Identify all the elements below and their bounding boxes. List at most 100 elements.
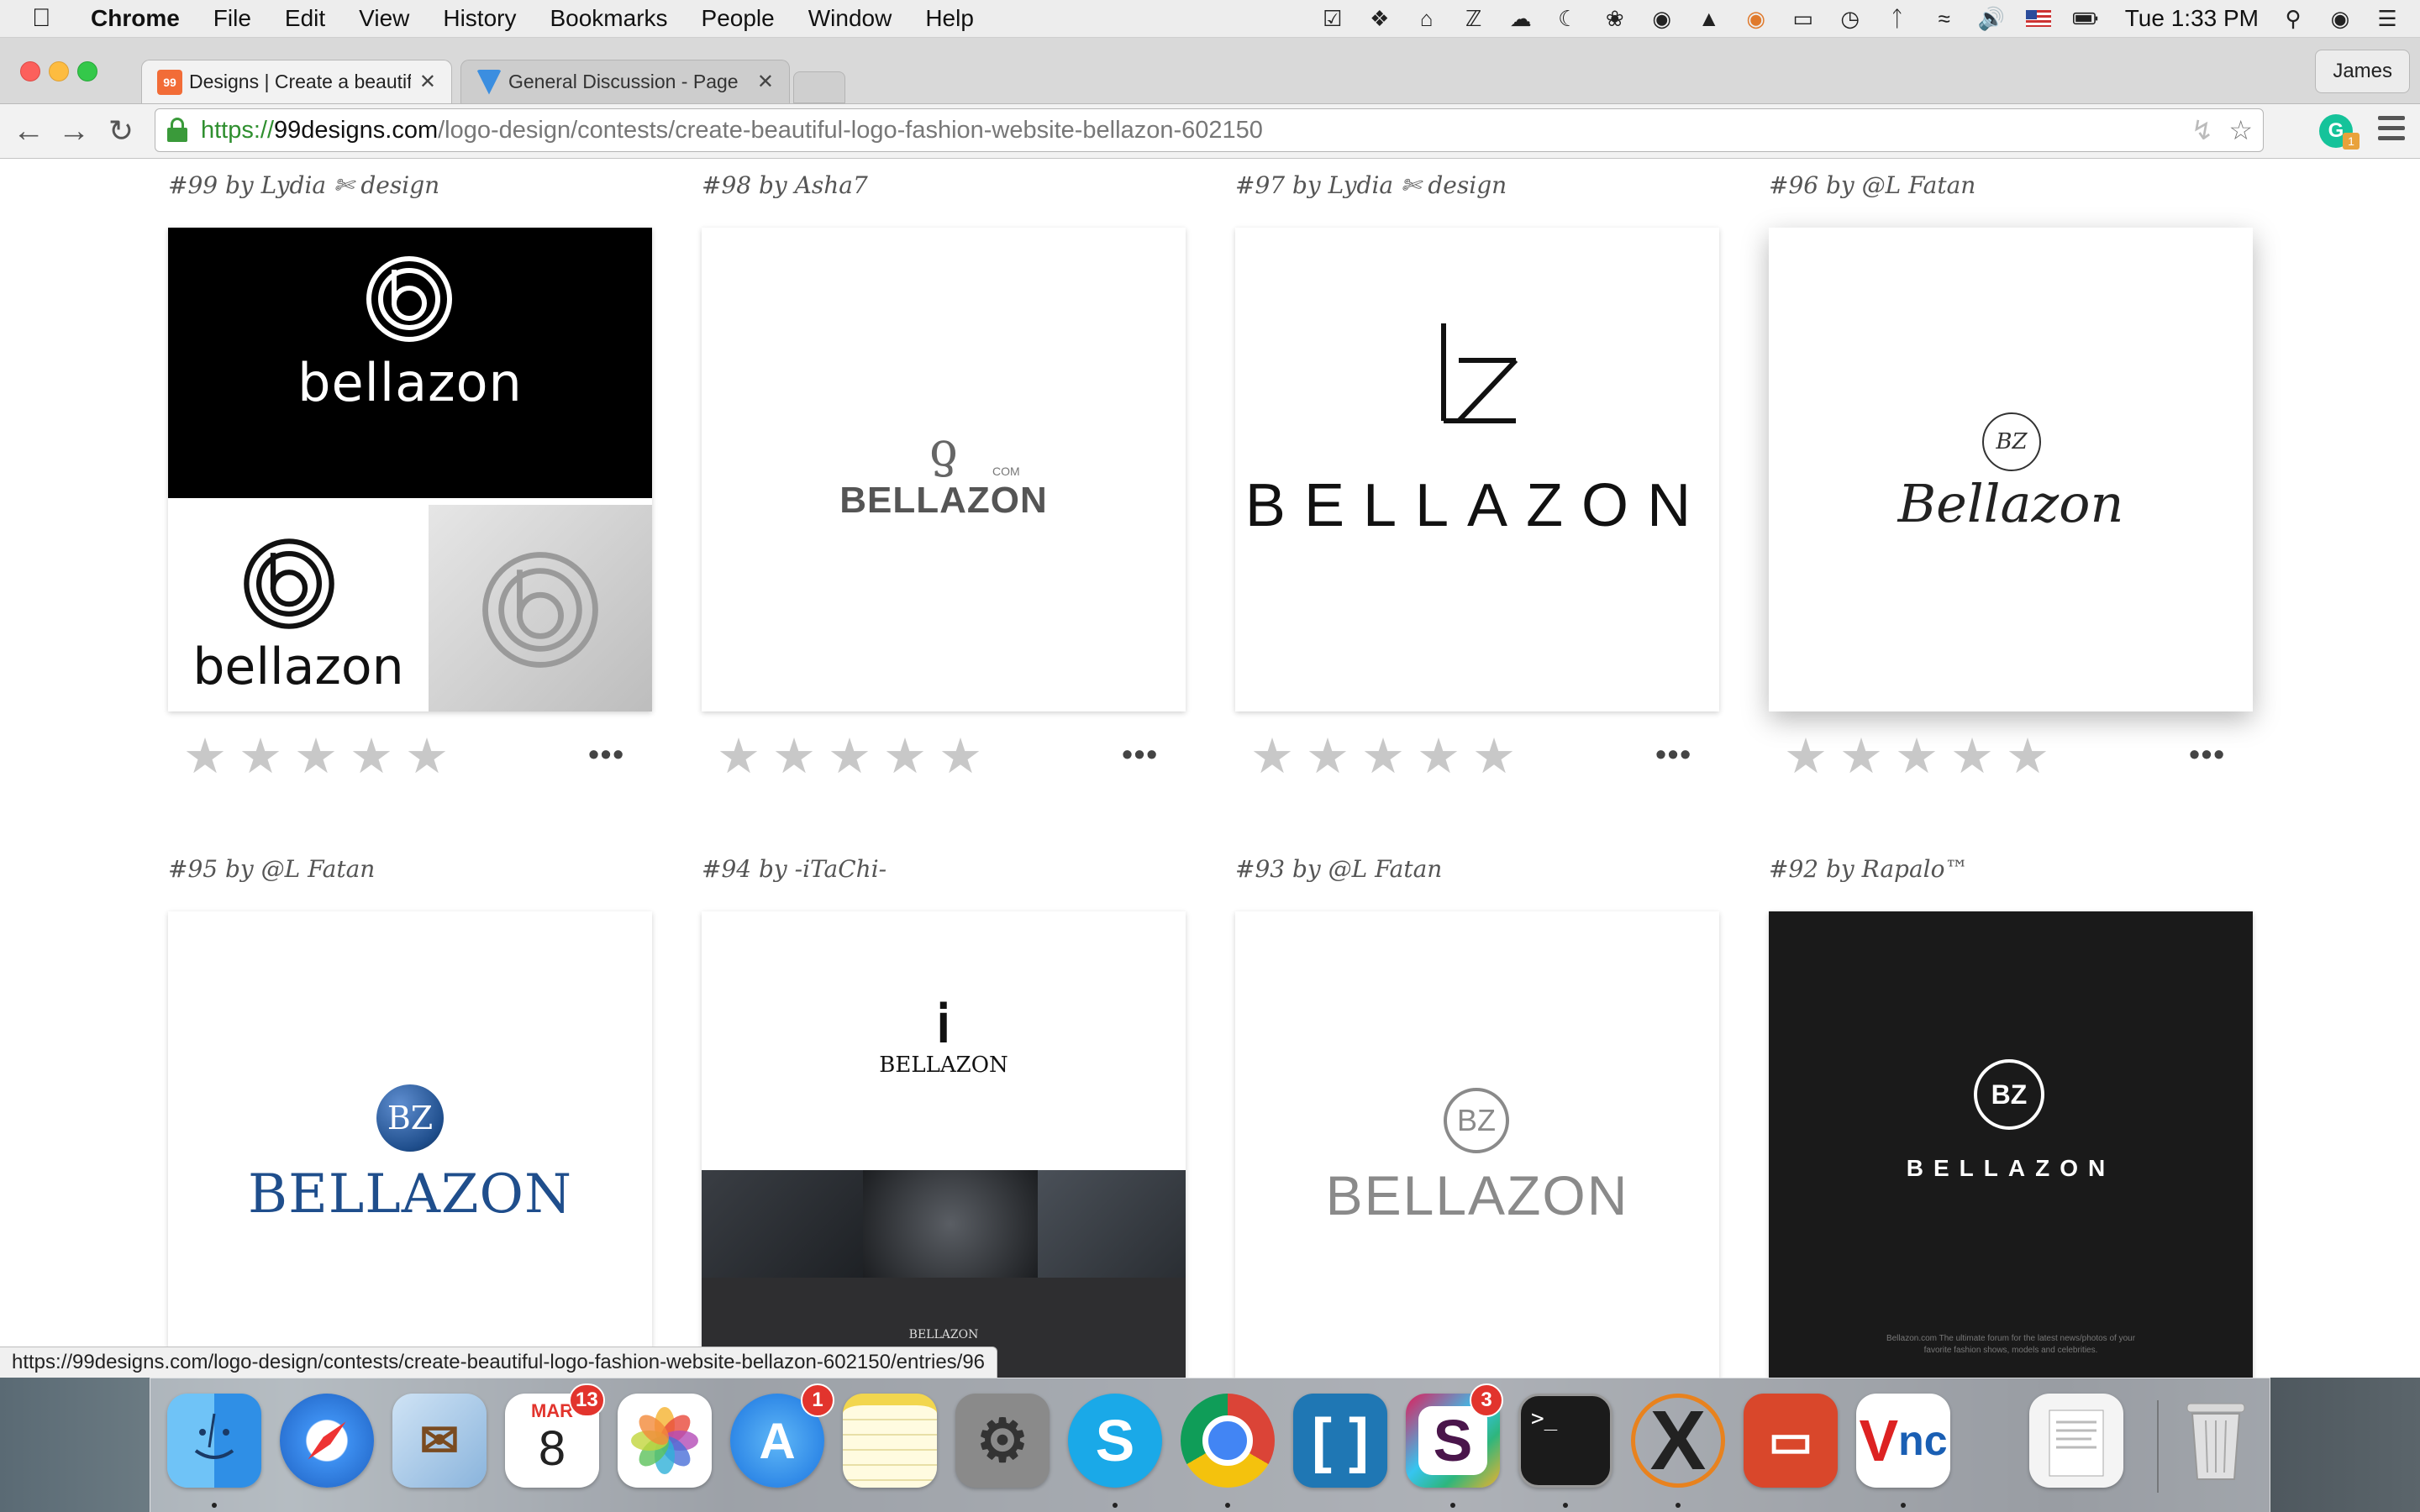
more-options-icon[interactable]: •••	[1122, 737, 1159, 772]
menu-people[interactable]: People	[702, 5, 775, 32]
star-icon[interactable]: ★	[1472, 732, 1516, 782]
entry-label[interactable]: #92 by Rapalo™	[1769, 853, 2253, 886]
backup-icon[interactable]: ☁	[1508, 6, 1534, 31]
star-icon[interactable]: ★	[1250, 732, 1294, 782]
star-icon[interactable]: ★	[1839, 732, 1883, 782]
tab-close-icon[interactable]: ✕	[757, 70, 774, 94]
tab-close-icon[interactable]: ✕	[419, 70, 436, 94]
finder-icon[interactable]	[167, 1394, 261, 1488]
star-rating[interactable]: ★ ★ ★ ★ ★	[183, 732, 449, 782]
airplay-icon[interactable]: ▭	[1791, 6, 1816, 31]
entry-label[interactable]: #99 by Lydia ✄ design	[168, 169, 652, 202]
menu-bookmarks[interactable]: Bookmarks	[550, 5, 667, 32]
entry-thumbnail[interactable]: BZ Bellazon	[1769, 228, 2253, 711]
window-zoom-button[interactable]	[77, 61, 97, 81]
star-icon[interactable]: ★	[2006, 732, 2049, 782]
sleep-icon[interactable]: ℤ	[1461, 6, 1486, 31]
menu-window[interactable]: Window	[808, 5, 892, 32]
more-options-icon[interactable]: •••	[588, 737, 625, 772]
address-bar[interactable]: https://99designs.com/logo-design/contes…	[155, 108, 2264, 152]
star-icon[interactable]: ★	[183, 732, 227, 782]
tab-general-discussion[interactable]: General Discussion - Page ✕	[460, 60, 790, 103]
star-icon[interactable]: ★	[1784, 732, 1828, 782]
star-icon[interactable]: ★	[1361, 732, 1405, 782]
time-machine-icon[interactable]: ◷	[1838, 6, 1863, 31]
drive-icon[interactable]: ▲	[1697, 6, 1722, 31]
status-app-icon[interactable]: ◉	[1744, 6, 1769, 31]
star-rating[interactable]: ★ ★ ★ ★ ★	[1250, 732, 1516, 782]
star-icon[interactable]: ★	[828, 732, 871, 782]
recent-pdf-document-icon[interactable]	[2029, 1394, 2123, 1488]
new-tab-button[interactable]	[793, 71, 845, 103]
volume-icon[interactable]: 🔊	[1978, 6, 2005, 31]
star-icon[interactable]: ★	[1950, 732, 1994, 782]
star-icon[interactable]: ★	[883, 732, 927, 782]
entry-thumbnail[interactable]: BELLAZON	[1235, 228, 1719, 711]
star-icon[interactable]: ★	[405, 732, 449, 782]
profile-button[interactable]: James	[2315, 50, 2410, 93]
menu-file[interactable]: File	[213, 5, 251, 32]
secure-lock-icon[interactable]	[167, 118, 189, 143]
battery-icon[interactable]	[2072, 6, 2098, 31]
star-icon[interactable]: ★	[939, 732, 982, 782]
safari-icon[interactable]	[280, 1394, 374, 1488]
menu-history[interactable]: History	[443, 5, 516, 32]
entry-thumbnail[interactable]: BZ BELLAZON	[168, 911, 652, 1378]
star-icon[interactable]: ★	[1417, 732, 1460, 782]
entry-label[interactable]: #98 by Asha7	[702, 169, 1186, 202]
night-mode-icon[interactable]: ☾	[1555, 6, 1581, 31]
entry-thumbnail[interactable]: bellazon bellazon	[168, 228, 652, 711]
star-icon[interactable]: ★	[1306, 732, 1349, 782]
menu-view[interactable]: View	[359, 5, 409, 32]
circle-app-icon[interactable]: ◉	[1649, 6, 1675, 31]
entry-thumbnail[interactable]: BZ BELLAZON	[1235, 911, 1719, 1378]
home-icon[interactable]: ⌂	[1414, 6, 1439, 31]
menu-edit[interactable]: Edit	[285, 5, 325, 32]
notification-center-icon[interactable]: ☰	[2375, 6, 2400, 31]
reload-icon[interactable]: ↻	[103, 113, 139, 150]
entry-thumbnail[interactable]: ƍ BELLAZON COM	[702, 228, 1186, 711]
spotlight-search-icon[interactable]: ⚲	[2281, 6, 2306, 31]
star-icon[interactable]: ★	[239, 732, 282, 782]
entry-label[interactable]: #93 by @L Fatan	[1235, 853, 1719, 886]
entry-label[interactable]: #97 by Lydia ✄ design	[1235, 169, 1719, 202]
terminal-icon[interactable]: >_	[1518, 1394, 1612, 1488]
skype-icon[interactable]: S	[1068, 1394, 1162, 1488]
bookmark-star-icon[interactable]: ☆	[2228, 114, 2253, 146]
mail-icon[interactable]: ✉	[392, 1394, 487, 1488]
window-close-button[interactable]	[20, 61, 40, 81]
x11-icon[interactable]: X	[1631, 1394, 1725, 1488]
star-rating[interactable]: ★ ★ ★ ★ ★	[717, 732, 982, 782]
entry-thumbnail[interactable]: Ꭵ BELLAZON BELLAZON	[702, 911, 1186, 1378]
star-icon[interactable]: ★	[350, 732, 393, 782]
entry-thumbnail[interactable]: BZ BELLAZON Bellazon.com The ultimate fo…	[1769, 911, 2253, 1378]
entry-label[interactable]: #94 by -iTaChi-	[702, 853, 1186, 886]
apple-icon[interactable]: 	[32, 4, 66, 33]
wifi-icon[interactable]: ≈	[1932, 6, 1957, 31]
menu-help[interactable]: Help	[925, 5, 974, 32]
chrome-icon[interactable]	[1181, 1394, 1275, 1488]
bluetooth-icon[interactable]: ᛏ	[1885, 6, 1910, 31]
script-icon[interactable]: ❀	[1602, 6, 1628, 31]
chrome-menu-icon[interactable]	[2378, 116, 2405, 146]
system-preferences-gear-icon[interactable]: ⚙	[955, 1394, 1050, 1488]
window-minimize-button[interactable]	[49, 61, 69, 81]
back-arrow-icon[interactable]: ←	[10, 113, 47, 150]
trash-icon[interactable]	[2169, 1394, 2263, 1488]
star-icon[interactable]: ★	[294, 732, 338, 782]
forward-arrow-icon[interactable]: →	[55, 113, 92, 150]
brackets-editor-icon[interactable]: [ ]	[1293, 1394, 1387, 1488]
checklist-icon[interactable]: ☑	[1320, 6, 1345, 31]
dropbox-icon[interactable]: ❖	[1367, 6, 1392, 31]
tab-99designs[interactable]: 99 Designs | Create a beautiful ✕	[141, 60, 452, 103]
remote-desktop-icon[interactable]: ▭	[1744, 1394, 1838, 1488]
star-icon[interactable]: ★	[1895, 732, 1939, 782]
menu-app-chrome[interactable]: Chrome	[91, 5, 180, 32]
flag-icon[interactable]	[2025, 6, 2051, 31]
user-avatar-icon[interactable]: ◉	[2328, 6, 2353, 31]
star-rating[interactable]: ★ ★ ★ ★ ★	[1784, 732, 2049, 782]
entry-label[interactable]: #95 by @L Fatan	[168, 853, 652, 886]
vnc-viewer-icon[interactable]: Vnc	[1856, 1394, 1950, 1488]
star-icon[interactable]: ★	[717, 732, 760, 782]
entry-label[interactable]: #96 by @L Fatan	[1769, 169, 2253, 202]
